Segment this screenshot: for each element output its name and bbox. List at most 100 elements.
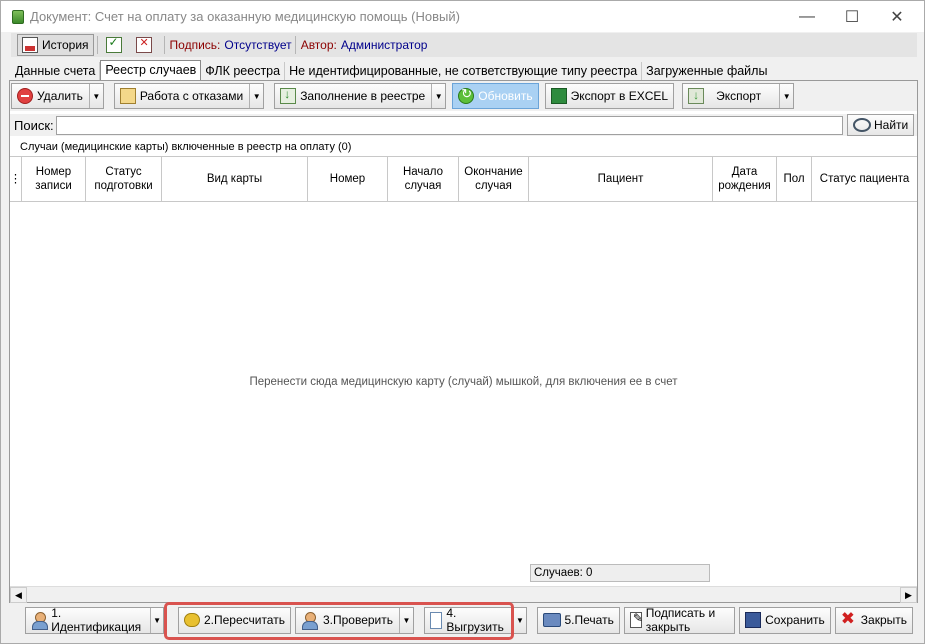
user-icon [31,611,49,630]
column-header[interactable]: Статус подготовки [86,157,162,201]
grid-header: ⋮ Номер записи Статус подготовки Вид кар… [10,156,917,202]
history-button[interactable]: История [17,34,94,56]
registry-toolbar: Удалить ▼ Работа с отказами ▼ Заполнение… [10,81,917,111]
grid-status-row: Случаев: 0 [10,562,917,584]
export-label: Экспорт [716,89,762,103]
column-header[interactable]: Вид карты [162,157,308,201]
column-header[interactable]: Начало случая [388,157,459,201]
history-label: История [42,38,89,52]
approve-button[interactable] [101,34,131,56]
scroll-left-icon[interactable]: ◀ [10,587,27,603]
empty-grid-message: Перенести сюда медицинскую карту (случай… [249,375,678,388]
excel-icon [550,88,567,104]
find-label: Найти [874,118,909,132]
binoculars-icon [853,118,871,132]
case-count: Случаев: 0 [530,564,710,582]
document-window: Документ: Счет на оплату за оказанную ме… [0,0,925,644]
check-button[interactable]: 3.Проверить ▼ [294,606,414,634]
upload-button[interactable]: 4. Выгрузить ▼ [424,606,527,634]
delete-label: Удалить [37,89,83,103]
sign-close-button[interactable]: Подписать и закрыть [623,606,736,634]
upload-label: 4. Выгрузить [446,606,504,634]
grid-caption: Случаи (медицинские карты) включенные в … [20,141,352,153]
registry-panel: Удалить ▼ Работа с отказами ▼ Заполнение… [9,80,918,603]
scroll-right-icon[interactable]: ▶ [900,587,917,603]
floppy-disk-icon [745,612,762,628]
toolbar-separator [294,36,296,54]
rejections-icon [119,88,136,104]
check-label: 3.Проверить [322,613,393,627]
save-button[interactable]: Сохранить [739,606,831,634]
identify-button[interactable]: 1. Идентификация ▼ [25,606,164,634]
search-label: Поиск: [14,117,54,133]
recalculate-button[interactable]: 2.Пересчитать [177,606,291,634]
rejections-button[interactable]: Работа с отказами ▼ [113,83,265,109]
document-icon [430,611,443,629]
close-button[interactable]: Закрыть [834,606,913,634]
export-button[interactable]: Экспорт ▼ [682,83,795,109]
signature-value: Отсутствует [224,38,292,52]
search-input[interactable] [56,115,843,135]
chevron-down-icon[interactable]: ▼ [779,84,793,108]
close-icon [841,609,857,629]
chevron-down-icon[interactable]: ▼ [249,84,263,108]
chevron-down-icon[interactable]: ▼ [150,607,163,633]
column-header[interactable]: Пол [777,157,812,201]
column-header[interactable]: Пациент [529,157,713,201]
author-label: Автор: [300,38,337,52]
refresh-button[interactable]: Обновить [452,83,539,109]
signature-label: Подпись: [169,38,221,52]
tab-strip: Данные счета Реестр случаев ФЛК реестра … [11,60,771,81]
author-value: Администратор [340,38,428,52]
title-bar: Документ: Счет на оплату за оказанную ме… [1,1,924,32]
print-label: 5.Печать [564,613,614,627]
recalculate-label: 2.Пересчитать [203,613,285,627]
column-header[interactable]: Окончание случая [459,157,529,201]
column-header[interactable]: Номер записи [22,157,86,201]
chevron-down-icon[interactable]: ▼ [513,607,525,633]
identify-label: 1. Идентификация [51,606,142,634]
printer-icon [542,613,561,627]
maximize-button[interactable]: ☐ [829,1,875,32]
column-chooser-icon[interactable]: ⋮ [10,157,22,201]
tab-flk-registry[interactable]: ФЛК реестра [201,62,286,81]
grid-drop-area[interactable]: Перенести сюда медицинскую карту (случай… [10,202,917,553]
fill-icon [280,87,297,104]
document-toolbar: История Подпись: Отсутствует Автор: Адми… [11,33,917,57]
refresh-label: Обновить [478,89,533,103]
export-excel-button[interactable]: Экспорт в EXCEL [544,83,675,109]
export-excel-label: Экспорт в EXCEL [570,89,669,103]
reject-button[interactable] [131,34,161,56]
tab-uploaded-files[interactable]: Загруженные файлы [642,62,771,81]
column-header[interactable]: Дата рождения [713,157,777,201]
fill-registry-label: Заполнение в реестре [300,89,426,103]
tab-unidentified[interactable]: Не идентифицированные, не сответствующие… [285,62,643,81]
minimize-button[interactable]: — [784,1,830,32]
tab-invoice-data[interactable]: Данные счета [11,62,101,81]
tab-case-registry[interactable]: Реестр случаев [100,60,202,81]
user-check-icon [301,611,319,630]
sign-close-label: Подписать и закрыть [645,606,716,634]
chevron-down-icon[interactable]: ▼ [88,84,103,108]
app-icon [12,9,24,24]
column-header[interactable]: Статус пациента [812,157,917,201]
refresh-icon [458,86,475,104]
chevron-down-icon[interactable]: ▼ [399,607,413,633]
chevron-down-icon[interactable]: ▼ [431,84,445,108]
find-button[interactable]: Найти [847,114,915,136]
delete-button[interactable]: Удалить ▼ [11,83,104,109]
close-window-button[interactable]: ✕ [874,1,920,32]
horizontal-scrollbar[interactable]: ◀ ▶ [10,586,917,603]
toolbar-separator [96,36,98,54]
toolbar-separator [163,36,165,54]
fill-registry-button[interactable]: Заполнение в реестре ▼ [274,83,447,109]
print-button[interactable]: 5.Печать [536,606,620,634]
bottom-action-bar: 1. Идентификация ▼ 2.Пересчитать 3.Прове… [25,605,917,635]
history-icon [22,37,38,53]
search-row: Поиск: Найти [10,114,917,136]
checklist-approve-icon [105,35,122,53]
save-label: Сохранить [765,613,825,627]
column-header[interactable]: Номер [308,157,388,201]
rejections-label: Работа с отказами [139,89,244,103]
export-icon [688,88,705,104]
